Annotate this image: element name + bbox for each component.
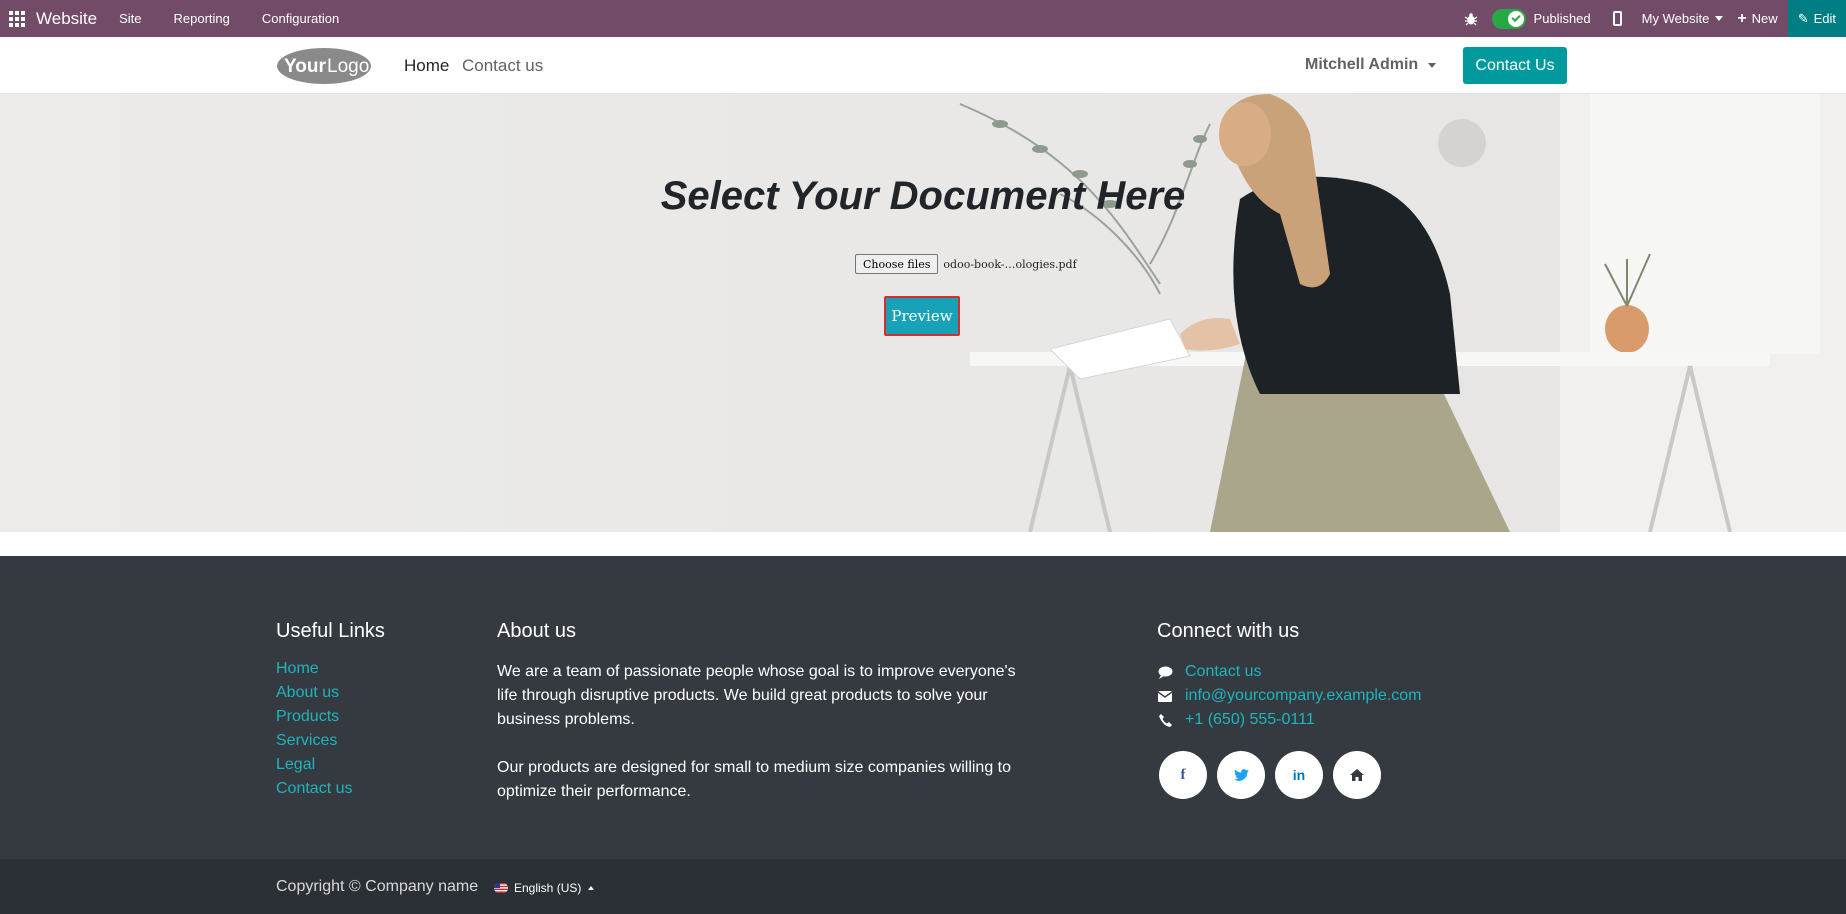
hero-title: Select Your Document Here <box>660 174 1186 218</box>
company-logo[interactable]: Your Logo <box>276 47 372 85</box>
footer-link-contact-us[interactable]: Contact us <box>276 780 352 804</box>
user-name: Mitchell Admin <box>1305 56 1419 73</box>
website-selector[interactable]: My Website <box>1642 11 1724 26</box>
admin-navbar: Website Site Reporting Configuration Pub… <box>0 0 1846 37</box>
published-toggle[interactable] <box>1491 8 1526 29</box>
published-label[interactable]: Published <box>1534 11 1591 26</box>
linkedin-icon[interactable]: in <box>1275 751 1323 799</box>
nav-contact-us[interactable]: Contact us <box>462 56 543 76</box>
footer-link-legal[interactable]: Legal <box>276 756 352 780</box>
home-icon[interactable] <box>1333 751 1381 799</box>
footer-link-services[interactable]: Services <box>276 732 352 756</box>
useful-links-title: Useful Links <box>276 620 385 642</box>
site-header: Your Logo Home Contact us Mitchell Admin… <box>0 37 1846 94</box>
footer-link-home[interactable]: Home <box>276 660 352 684</box>
menu-site[interactable]: Site <box>119 11 141 26</box>
new-button[interactable]: + New <box>1737 10 1777 28</box>
comment-icon <box>1157 664 1173 680</box>
menu-configuration[interactable]: Configuration <box>262 11 339 26</box>
useful-links-list: Home About us Products Services Legal Co… <box>276 660 352 804</box>
about-paragraph: We are a team of passionate people whose… <box>497 663 1016 728</box>
twitter-icon[interactable] <box>1217 751 1265 799</box>
preview-button[interactable]: Preview <box>884 296 960 336</box>
bug-icon[interactable] <box>1464 12 1478 26</box>
about-paragraph: Our products are designed for small to m… <box>497 759 1012 800</box>
language-selector[interactable]: English (US) <box>494 881 595 895</box>
copyright-bar: Copyright © Company name English (US) <box>0 859 1846 914</box>
hero-section: Select Your Document Here Choose files o… <box>0 94 1846 532</box>
svg-text:Your: Your <box>284 56 326 77</box>
website-selector-label: My Website <box>1641 11 1710 26</box>
facebook-icon[interactable]: f <box>1159 751 1207 799</box>
apps-menu-icon[interactable] <box>0 0 34 37</box>
connect-phone-label: +1 (650) 555-0111 <box>1185 711 1315 728</box>
selected-file-name: odoo-book-…ologies.pdf <box>943 257 1077 271</box>
connect-title: Connect with us <box>1157 620 1300 642</box>
chevron-down-icon <box>1428 62 1437 68</box>
edit-button[interactable]: ✎ Edit <box>1787 0 1846 37</box>
nav-home[interactable]: Home <box>404 56 449 76</box>
language-label: English (US) <box>514 881 582 895</box>
social-links: f in <box>1159 751 1391 799</box>
footer: Useful Links Home About us Products Serv… <box>0 556 1846 859</box>
connect-email-label: info@yourcompany.example.com <box>1185 687 1422 704</box>
new-label: New <box>1751 11 1778 26</box>
connect-email[interactable]: info@yourcompany.example.com <box>1157 684 1422 708</box>
menu-reporting[interactable]: Reporting <box>174 11 230 26</box>
phone-icon <box>1157 712 1173 728</box>
footer-link-about-us[interactable]: About us <box>276 684 352 708</box>
about-us-text: We are a team of passionate people whose… <box>497 660 1027 804</box>
connect-phone[interactable]: +1 (650) 555-0111 <box>1157 708 1422 732</box>
app-brand[interactable]: Website <box>36 9 97 29</box>
svg-text:Logo: Logo <box>327 56 369 77</box>
about-us-title: About us <box>497 620 576 642</box>
mobile-preview-icon[interactable] <box>1612 11 1622 26</box>
user-menu[interactable]: Mitchell Admin <box>1305 56 1437 74</box>
edit-label: Edit <box>1813 11 1836 26</box>
footer-link-products[interactable]: Products <box>276 708 352 732</box>
chevron-down-icon <box>1715 16 1724 21</box>
file-upload-field[interactable]: Choose files odoo-book-…ologies.pdf <box>855 254 1077 274</box>
plus-icon: + <box>1737 9 1747 27</box>
pencil-icon: ✎ <box>1797 10 1809 26</box>
contact-us-button[interactable]: Contact Us <box>1463 47 1567 84</box>
connect-list: Contact us info@yourcompany.example.com … <box>1157 660 1422 732</box>
envelope-icon <box>1157 688 1173 704</box>
us-flag-icon <box>494 883 508 893</box>
choose-files-button[interactable]: Choose files <box>855 254 939 274</box>
connect-contact-us[interactable]: Contact us <box>1157 660 1422 684</box>
copyright-text: Copyright © Company name <box>276 878 479 895</box>
connect-contact-label: Contact us <box>1185 663 1262 680</box>
chevron-up-icon <box>588 886 595 890</box>
